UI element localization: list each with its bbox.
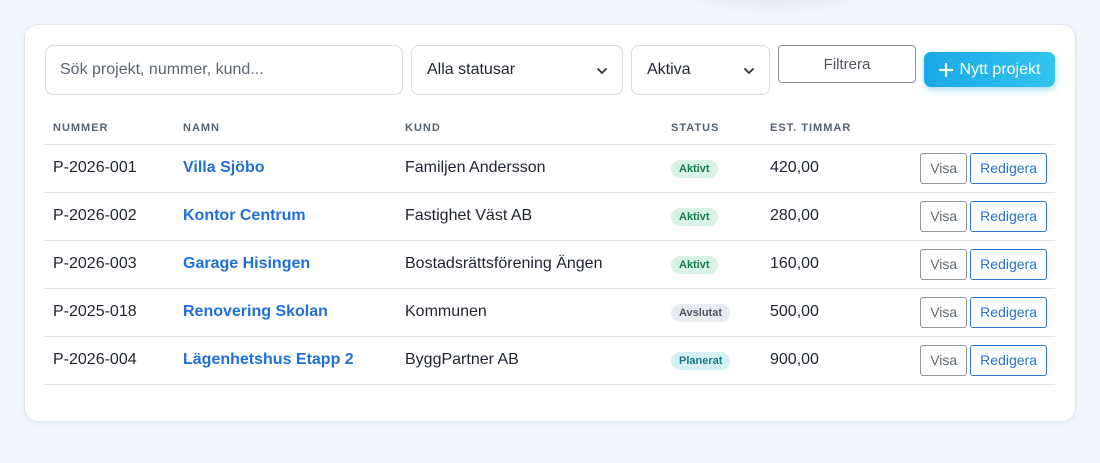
table-row: P-2026-003 Garage Hisingen Bostadsrättsf… — [45, 240, 1055, 289]
edit-button[interactable]: Redigera — [970, 296, 1047, 328]
active-select[interactable]: Aktiva — [631, 45, 770, 95]
view-button[interactable]: Visa — [920, 248, 968, 280]
project-number: P-2025-018 — [45, 288, 175, 337]
project-number: P-2026-001 — [45, 144, 175, 193]
view-button[interactable]: Visa — [920, 152, 968, 184]
column-header-number: NUMMER — [45, 113, 175, 145]
project-name-link[interactable]: Renovering Skolan — [183, 303, 328, 320]
project-customer: Bostadsrättsförening Ängen — [397, 240, 663, 289]
filter-toolbar: Alla statusar Aktiva Filtrera Nytt proje… — [45, 45, 1057, 95]
project-number: P-2026-003 — [45, 240, 175, 289]
project-hours: 900,00 — [762, 336, 902, 385]
status-badge: Aktivt — [671, 159, 718, 178]
project-customer: Fastighet Väst AB — [397, 192, 663, 241]
project-customer: ByggPartner AB — [397, 336, 663, 385]
column-header-name: NAMN — [175, 113, 397, 145]
edit-button[interactable]: Redigera — [970, 152, 1047, 184]
view-button[interactable]: Visa — [920, 200, 968, 232]
new-project-label: Nytt projekt — [959, 60, 1041, 78]
plus-icon — [938, 62, 953, 77]
status-badge: Aktivt — [671, 207, 718, 226]
project-hours: 280,00 — [762, 192, 902, 241]
edit-button[interactable]: Redigera — [970, 344, 1047, 376]
column-header-hours: EST. TIMMAR — [762, 113, 902, 145]
table-header-row: NUMMER NAMN KUND STATUS EST. TIMMAR — [45, 113, 1055, 145]
project-name-link[interactable]: Lägenhetshus Etapp 2 — [183, 351, 354, 368]
chevron-down-icon — [744, 68, 754, 74]
chevron-down-icon — [597, 68, 607, 74]
project-name-link[interactable]: Kontor Centrum — [183, 207, 306, 224]
projects-card: Alla statusar Aktiva Filtrera Nytt proje… — [24, 24, 1076, 422]
table-row: P-2026-001 Villa Sjöbo Familjen Andersso… — [45, 144, 1055, 193]
active-select-value: Aktiva — [647, 61, 691, 78]
background-glow — [700, 0, 850, 6]
project-name-link[interactable]: Garage Hisingen — [183, 255, 310, 272]
new-project-button[interactable]: Nytt projekt — [924, 52, 1055, 87]
status-select[interactable]: Alla statusar — [411, 45, 623, 95]
table-row: P-2025-018 Renovering Skolan Kommunen Av… — [45, 288, 1055, 337]
project-hours: 420,00 — [762, 144, 902, 193]
edit-button[interactable]: Redigera — [970, 248, 1047, 280]
status-badge: Avslutat — [671, 303, 730, 322]
view-button[interactable]: Visa — [920, 344, 968, 376]
view-button[interactable]: Visa — [920, 296, 968, 328]
project-name-link[interactable]: Villa Sjöbo — [183, 159, 265, 176]
filter-button[interactable]: Filtrera — [778, 45, 916, 83]
project-number: P-2026-004 — [45, 336, 175, 385]
project-hours: 500,00 — [762, 288, 902, 337]
search-input[interactable] — [45, 45, 403, 95]
project-customer: Familjen Andersson — [397, 144, 663, 193]
status-badge: Aktivt — [671, 255, 718, 274]
status-badge: Planerat — [671, 351, 731, 370]
project-hours: 160,00 — [762, 240, 902, 289]
project-customer: Kommunen — [397, 288, 663, 337]
edit-button[interactable]: Redigera — [970, 200, 1047, 232]
column-header-customer: KUND — [397, 113, 663, 145]
status-select-value: Alla statusar — [427, 61, 516, 78]
project-number: P-2026-002 — [45, 192, 175, 241]
table-row: P-2026-002 Kontor Centrum Fastighet Väst… — [45, 192, 1055, 241]
table-row: P-2026-004 Lägenhetshus Etapp 2 ByggPart… — [45, 336, 1055, 385]
projects-table: NUMMER NAMN KUND STATUS EST. TIMMAR P-20… — [45, 113, 1055, 385]
column-header-status: STATUS — [663, 113, 762, 145]
column-header-actions — [902, 113, 1055, 145]
